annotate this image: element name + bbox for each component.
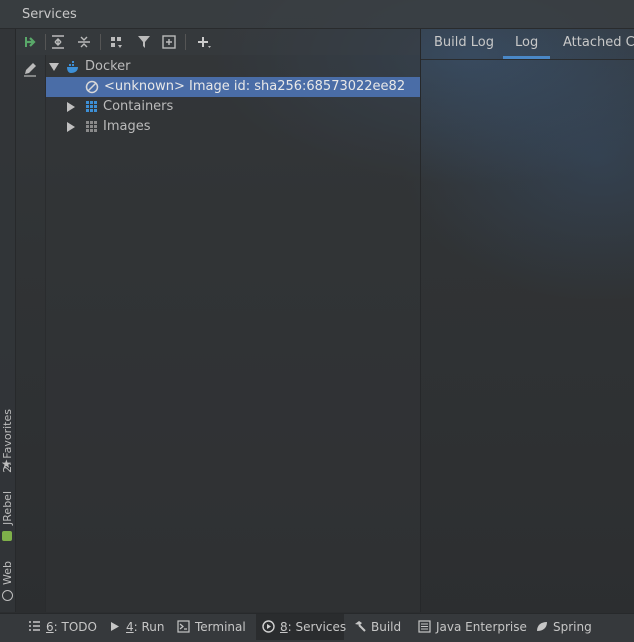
expand-arrow-icon[interactable]: [67, 102, 75, 112]
tree-node-label: Docker: [85, 59, 131, 74]
run-icon: [111, 622, 119, 631]
terminal-tab[interactable]: Terminal: [171, 614, 247, 640]
filter-button[interactable]: [134, 32, 154, 52]
tree-node-label: <unknown> Image id: sha256:68573022ee82: [104, 79, 406, 94]
build-tab-label: Build: [371, 620, 402, 634]
new-tab-icon: [162, 35, 176, 49]
tree-node-unknown-image[interactable]: <unknown> Image id: sha256:68573022ee82: [46, 77, 421, 97]
web-tab[interactable]: Web: [0, 559, 15, 589]
images-icon: [86, 121, 97, 132]
tree-node-docker[interactable]: Docker: [46, 57, 421, 77]
bottom-tool-bar: 6: TODO 4: Run Terminal 8: Services Buil…: [0, 613, 634, 642]
tree-node-label: Containers: [103, 99, 174, 114]
terminal-tab-label: Terminal: [195, 620, 246, 634]
tree-node-images[interactable]: Images: [46, 117, 421, 137]
tool-window-title-bar: Services: [0, 0, 634, 29]
java-enterprise-tab-label: Java Enterprise: [436, 620, 527, 634]
new-tab-button[interactable]: [159, 32, 179, 52]
expand-arrow-icon[interactable]: [67, 122, 75, 132]
details-tabs: Build Log Log Attached Co: [421, 29, 634, 60]
todo-tab-label: 6: TODO: [46, 614, 97, 640]
tool-window-title: Services: [22, 7, 77, 22]
terminal-icon: [177, 620, 190, 633]
expand-all-button[interactable]: [48, 32, 68, 52]
tab-build-log[interactable]: Build Log: [434, 29, 494, 59]
services-toolbar: [16, 29, 420, 55]
run-tab[interactable]: 4: Run: [102, 614, 165, 640]
group-by-icon: [111, 37, 122, 48]
list-icon: [29, 621, 40, 631]
web-tab-label: Web: [1, 561, 14, 585]
todo-tab[interactable]: 6: TODO: [22, 614, 97, 640]
hammer-icon: [355, 621, 366, 632]
left-tool-strip: 2: Favorites ★ JRebel Web: [0, 29, 16, 612]
star-icon: ★: [1, 457, 12, 471]
spring-icon: [537, 622, 547, 631]
run-tab-mnemonic: 4: [126, 620, 134, 634]
todo-tab-text: : TODO: [53, 620, 97, 634]
pencil-icon: [24, 63, 36, 77]
unknown-icon: [85, 80, 99, 94]
services-tab-label: 8: Services: [280, 614, 346, 640]
services-tab-text: : Services: [287, 620, 347, 634]
add-service-button[interactable]: [194, 32, 214, 52]
details-panel: Build Log Log Attached Co: [421, 29, 634, 612]
tab-log[interactable]: Log: [502, 29, 551, 59]
collapse-all-button[interactable]: [74, 32, 94, 52]
edit-button[interactable]: [22, 61, 38, 77]
services-tab[interactable]: 8: Services: [256, 614, 346, 640]
services-tab-mnemonic: 8: [280, 620, 288, 634]
expand-arrow-icon[interactable]: [49, 63, 59, 71]
run-tab-text: : Run: [133, 620, 165, 634]
add-icon: [198, 37, 211, 48]
collapse-all-icon: [78, 36, 90, 48]
group-by-button[interactable]: [107, 32, 127, 52]
build-tab[interactable]: Build: [347, 614, 407, 640]
run-tab-label: 4: Run: [126, 614, 165, 640]
globe-icon: [2, 590, 13, 601]
tree-node-label: Images: [103, 119, 151, 134]
rerun-button[interactable]: [20, 32, 40, 52]
containers-icon: [86, 101, 97, 112]
services-icon: [262, 620, 275, 633]
jrebel-tab-label: JRebel: [1, 491, 14, 525]
services-tree: Docker <unknown> Image id: sha256:685730…: [45, 55, 421, 612]
java-enterprise-tab[interactable]: Java Enterprise: [412, 614, 527, 640]
tab-attached-console[interactable]: Attached Co: [563, 29, 634, 59]
expand-all-icon: [52, 35, 64, 49]
side-tools: [16, 55, 44, 612]
tree-node-containers[interactable]: Containers: [46, 97, 421, 117]
jrebel-tab[interactable]: JRebel: [0, 489, 15, 529]
jrebel-icon: [2, 531, 12, 541]
filter-icon: [138, 36, 150, 48]
todo-tab-mnemonic: 6: [46, 620, 54, 634]
spring-tab[interactable]: Spring: [529, 614, 599, 640]
rerun-icon: [25, 37, 36, 47]
spring-tab-label: Spring: [553, 620, 592, 634]
java-enterprise-icon: [418, 620, 431, 633]
docker-icon: [67, 61, 78, 73]
